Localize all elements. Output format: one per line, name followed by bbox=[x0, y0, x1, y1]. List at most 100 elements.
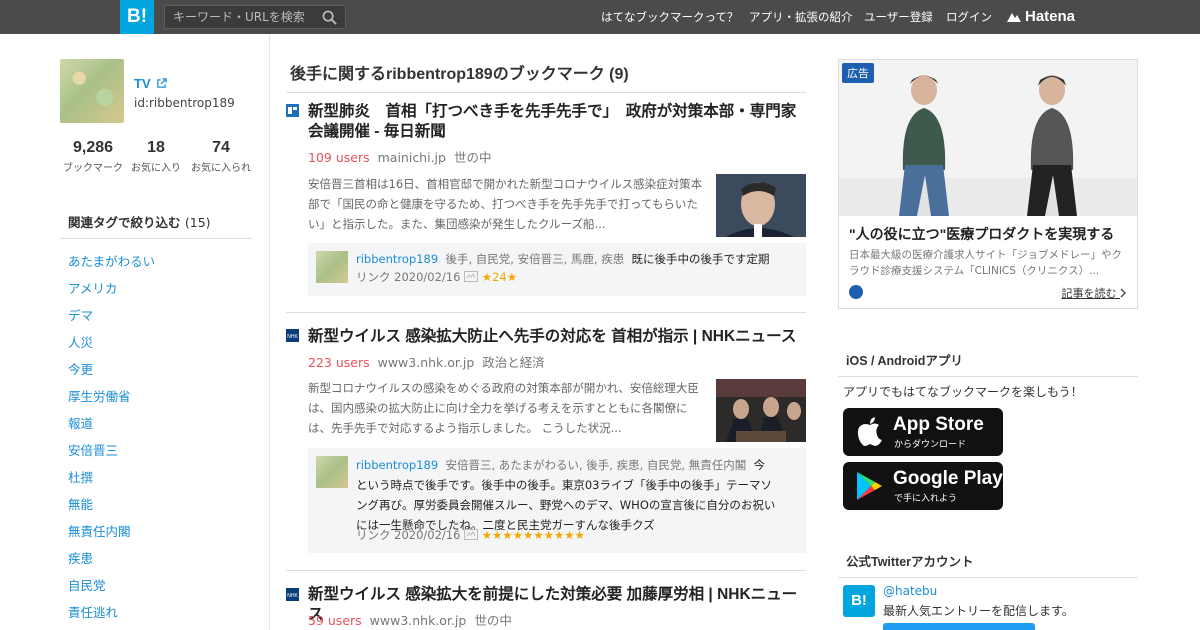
tag-link[interactable]: 自民党 bbox=[68, 575, 106, 594]
google-play-title: Google Play bbox=[893, 468, 1003, 489]
apple-icon bbox=[857, 417, 882, 446]
comment-text: ribbentrop189 後手, 自民党, 安倍晋三, 馬鹿, 疾患 既に後手… bbox=[356, 249, 776, 269]
ad-badge: 広告 bbox=[842, 63, 874, 83]
comment-date[interactable]: 2020/02/16 bbox=[394, 528, 460, 542]
top-bar: B! はてなブックマークって？ アプリ・拡張の紹介 ユーザー登録 ログイン Ha… bbox=[0, 0, 1200, 34]
tag-link[interactable]: 無責任内閣 bbox=[68, 521, 131, 540]
nhk-favicon-icon: NHK bbox=[286, 329, 299, 342]
bookmark-comment: ribbentrop189 後手, 自民党, 安倍晋三, 馬鹿, 疾患 既に後手… bbox=[308, 243, 806, 296]
entry-divider bbox=[286, 312, 806, 313]
bookmark-comment: ribbentrop189 安倍晋三, あたまがわるい, 後手, 疾患, 自民党… bbox=[308, 448, 806, 553]
profile-name[interactable]: TV bbox=[134, 76, 167, 91]
google-play-subtitle: で手に入れよう bbox=[894, 494, 958, 504]
comment-link[interactable]: リンク bbox=[356, 528, 391, 542]
hatena-bookmark-logo[interactable]: B! bbox=[120, 0, 154, 34]
profile-avatar[interactable] bbox=[60, 59, 124, 123]
entry-summary: 安倍晋三首相は16日、首相官邸で開かれた新型コロナウイルス感染症対策本部で「国民… bbox=[308, 177, 703, 231]
tag-link[interactable]: 責任逃れ bbox=[68, 602, 118, 621]
ad-photo[interactable] bbox=[839, 60, 1137, 216]
entry-domain[interactable]: www3.nhk.or.jp bbox=[370, 613, 467, 628]
add-star-icon[interactable] bbox=[464, 271, 479, 282]
entry-thumbnail[interactable] bbox=[716, 379, 806, 442]
users-count[interactable]: 59 users bbox=[308, 613, 362, 628]
tag-link[interactable]: アメリカ bbox=[68, 278, 117, 297]
ad-card[interactable]: 広告 "人の役に立つ"医療プロダクトを実現する 日本最大級の医療介護求人サイト「… bbox=[838, 59, 1138, 309]
search-input[interactable] bbox=[173, 9, 313, 25]
tag-link[interactable]: 報道 bbox=[68, 413, 93, 432]
stat-favorites-num: 18 bbox=[147, 139, 165, 156]
entry-title[interactable]: 新型肺炎 首相「打つべき手を先手先手で」 政府が対策本部・専門家会議開催 - 毎… bbox=[308, 102, 808, 142]
twitter-follow-button[interactable] bbox=[883, 623, 1035, 630]
stat-favorites-label: お気に入り bbox=[131, 163, 181, 174]
nav-register[interactable]: ユーザー登録 bbox=[864, 0, 933, 34]
tag-link[interactable]: 疾患 bbox=[68, 548, 93, 567]
hatena-brand-link[interactable]: Hatena bbox=[1006, 7, 1075, 27]
tag-link[interactable]: 無能 bbox=[68, 494, 93, 513]
entry-meta: 109 users mainichi.jp 世の中 bbox=[308, 147, 491, 166]
ad-title[interactable]: "人の役に立つ"医療プロダクトを実現する bbox=[849, 224, 1114, 244]
page-title: 後手に関するribbentrop189のブックマーク (9) bbox=[286, 60, 806, 93]
search-icon[interactable] bbox=[322, 10, 337, 25]
nav-apps[interactable]: アプリ・拡張の紹介 bbox=[749, 0, 853, 34]
tag-link[interactable]: 厚生労働省 bbox=[68, 386, 131, 405]
hatena-logo-icon bbox=[1007, 13, 1021, 22]
twitter-description: 最新人気エントリーを配信します。 bbox=[883, 604, 1074, 618]
profile-name-text: TV bbox=[134, 76, 151, 91]
entry-meta: 59 users www3.nhk.or.jp 世の中 bbox=[308, 610, 512, 629]
tag-link[interactable]: あたまがわるい bbox=[68, 251, 155, 270]
svg-text:NHK: NHK bbox=[287, 593, 298, 599]
entry-thumbnail[interactable] bbox=[716, 174, 806, 237]
profile-id: id:ribbentrop189 bbox=[134, 96, 235, 110]
comment-date[interactable]: 2020/02/16 bbox=[394, 270, 460, 284]
ad-read-link-text: 記事を読む bbox=[1061, 287, 1117, 300]
users-count[interactable]: 109 users bbox=[308, 150, 370, 165]
tag-link[interactable]: 今更 bbox=[68, 359, 93, 378]
search-box[interactable] bbox=[164, 5, 346, 29]
related-tags-title: 関連タグで絞り込む bbox=[68, 215, 181, 230]
nav-about[interactable]: はてなブックマークって？ bbox=[601, 0, 738, 34]
stat-favorited-label: お気に入られ bbox=[191, 163, 251, 174]
entry-category[interactable]: 政治と経済 bbox=[482, 355, 545, 370]
google-play-button[interactable]: Google Play で手に入れよう bbox=[843, 462, 1003, 510]
comment-avatar[interactable] bbox=[316, 456, 348, 488]
add-star-icon[interactable] bbox=[464, 529, 479, 540]
apps-heading: iOS / Androidアプリ bbox=[838, 350, 1138, 377]
app-store-button[interactable]: App Store からダウンロード bbox=[843, 408, 1003, 456]
stat-favorites[interactable]: 18 お気に入り bbox=[128, 139, 184, 174]
tag-link[interactable]: 杜撰 bbox=[68, 467, 93, 486]
tag-link[interactable]: 安倍晋三 bbox=[68, 440, 118, 459]
comment-link[interactable]: リンク bbox=[356, 270, 391, 284]
stat-favorited[interactable]: 74 お気に入られ bbox=[188, 139, 254, 174]
tag-link[interactable]: 人災 bbox=[68, 332, 93, 351]
twitter-handle[interactable]: @hatebu bbox=[883, 584, 937, 598]
entry-meta: 223 users www3.nhk.or.jp 政治と経済 bbox=[308, 352, 545, 371]
tag-link[interactable]: デマ bbox=[68, 305, 93, 324]
stat-bookmarks[interactable]: 9,286 ブックマーク bbox=[60, 139, 126, 174]
star-count[interactable]: ★★★★★★★★★★ bbox=[482, 528, 585, 542]
entry-title[interactable]: 新型ウイルス 感染拡大防止へ先手の対応を 首相が指示 | NHKニュース bbox=[308, 327, 808, 347]
comment-text: ribbentrop189 安倍晋三, あたまがわるい, 後手, 疾患, 自民党… bbox=[356, 455, 776, 535]
app-store-title: App Store bbox=[893, 414, 984, 435]
nav-login[interactable]: ログイン bbox=[946, 0, 992, 34]
twitter-heading: 公式Twitterアカウント bbox=[838, 551, 1138, 578]
advertiser-logo-icon bbox=[849, 285, 863, 299]
entry-domain[interactable]: www3.nhk.or.jp bbox=[378, 355, 475, 370]
star-count[interactable]: ★24★ bbox=[482, 270, 517, 284]
comment-user[interactable]: ribbentrop189 bbox=[356, 252, 438, 266]
comment-tags[interactable]: 安倍晋三, あたまがわるい, 後手, 疾患, 自民党, 無責任内閣 bbox=[445, 458, 746, 472]
comment-tags[interactable]: 後手, 自民党, 安倍晋三, 馬鹿, 疾患 bbox=[445, 252, 624, 266]
chevron-right-icon bbox=[1120, 288, 1127, 298]
entry-summary: 新型コロナウイルスの感染をめぐる政府の対策本部が開かれ、安倍総理大臣は、国内感染… bbox=[308, 381, 699, 435]
comment-user[interactable]: ribbentrop189 bbox=[356, 458, 438, 472]
entry-category[interactable]: 世の中 bbox=[474, 613, 512, 628]
users-count[interactable]: 223 users bbox=[308, 355, 370, 370]
stat-bookmarks-label: ブックマーク bbox=[63, 163, 123, 174]
entry-domain[interactable]: mainichi.jp bbox=[378, 150, 446, 165]
apps-text: アプリでもはてなブックマークを楽しもう！ bbox=[843, 385, 1083, 399]
entry-category[interactable]: 世の中 bbox=[454, 150, 492, 165]
comment-avatar[interactable] bbox=[316, 251, 348, 283]
twitter-account-logo[interactable]: B! bbox=[843, 585, 875, 617]
mainichi-favicon-icon bbox=[286, 104, 299, 117]
ad-read-link[interactable]: 記事を読む bbox=[1062, 285, 1128, 301]
stat-favorited-num: 74 bbox=[212, 139, 230, 156]
